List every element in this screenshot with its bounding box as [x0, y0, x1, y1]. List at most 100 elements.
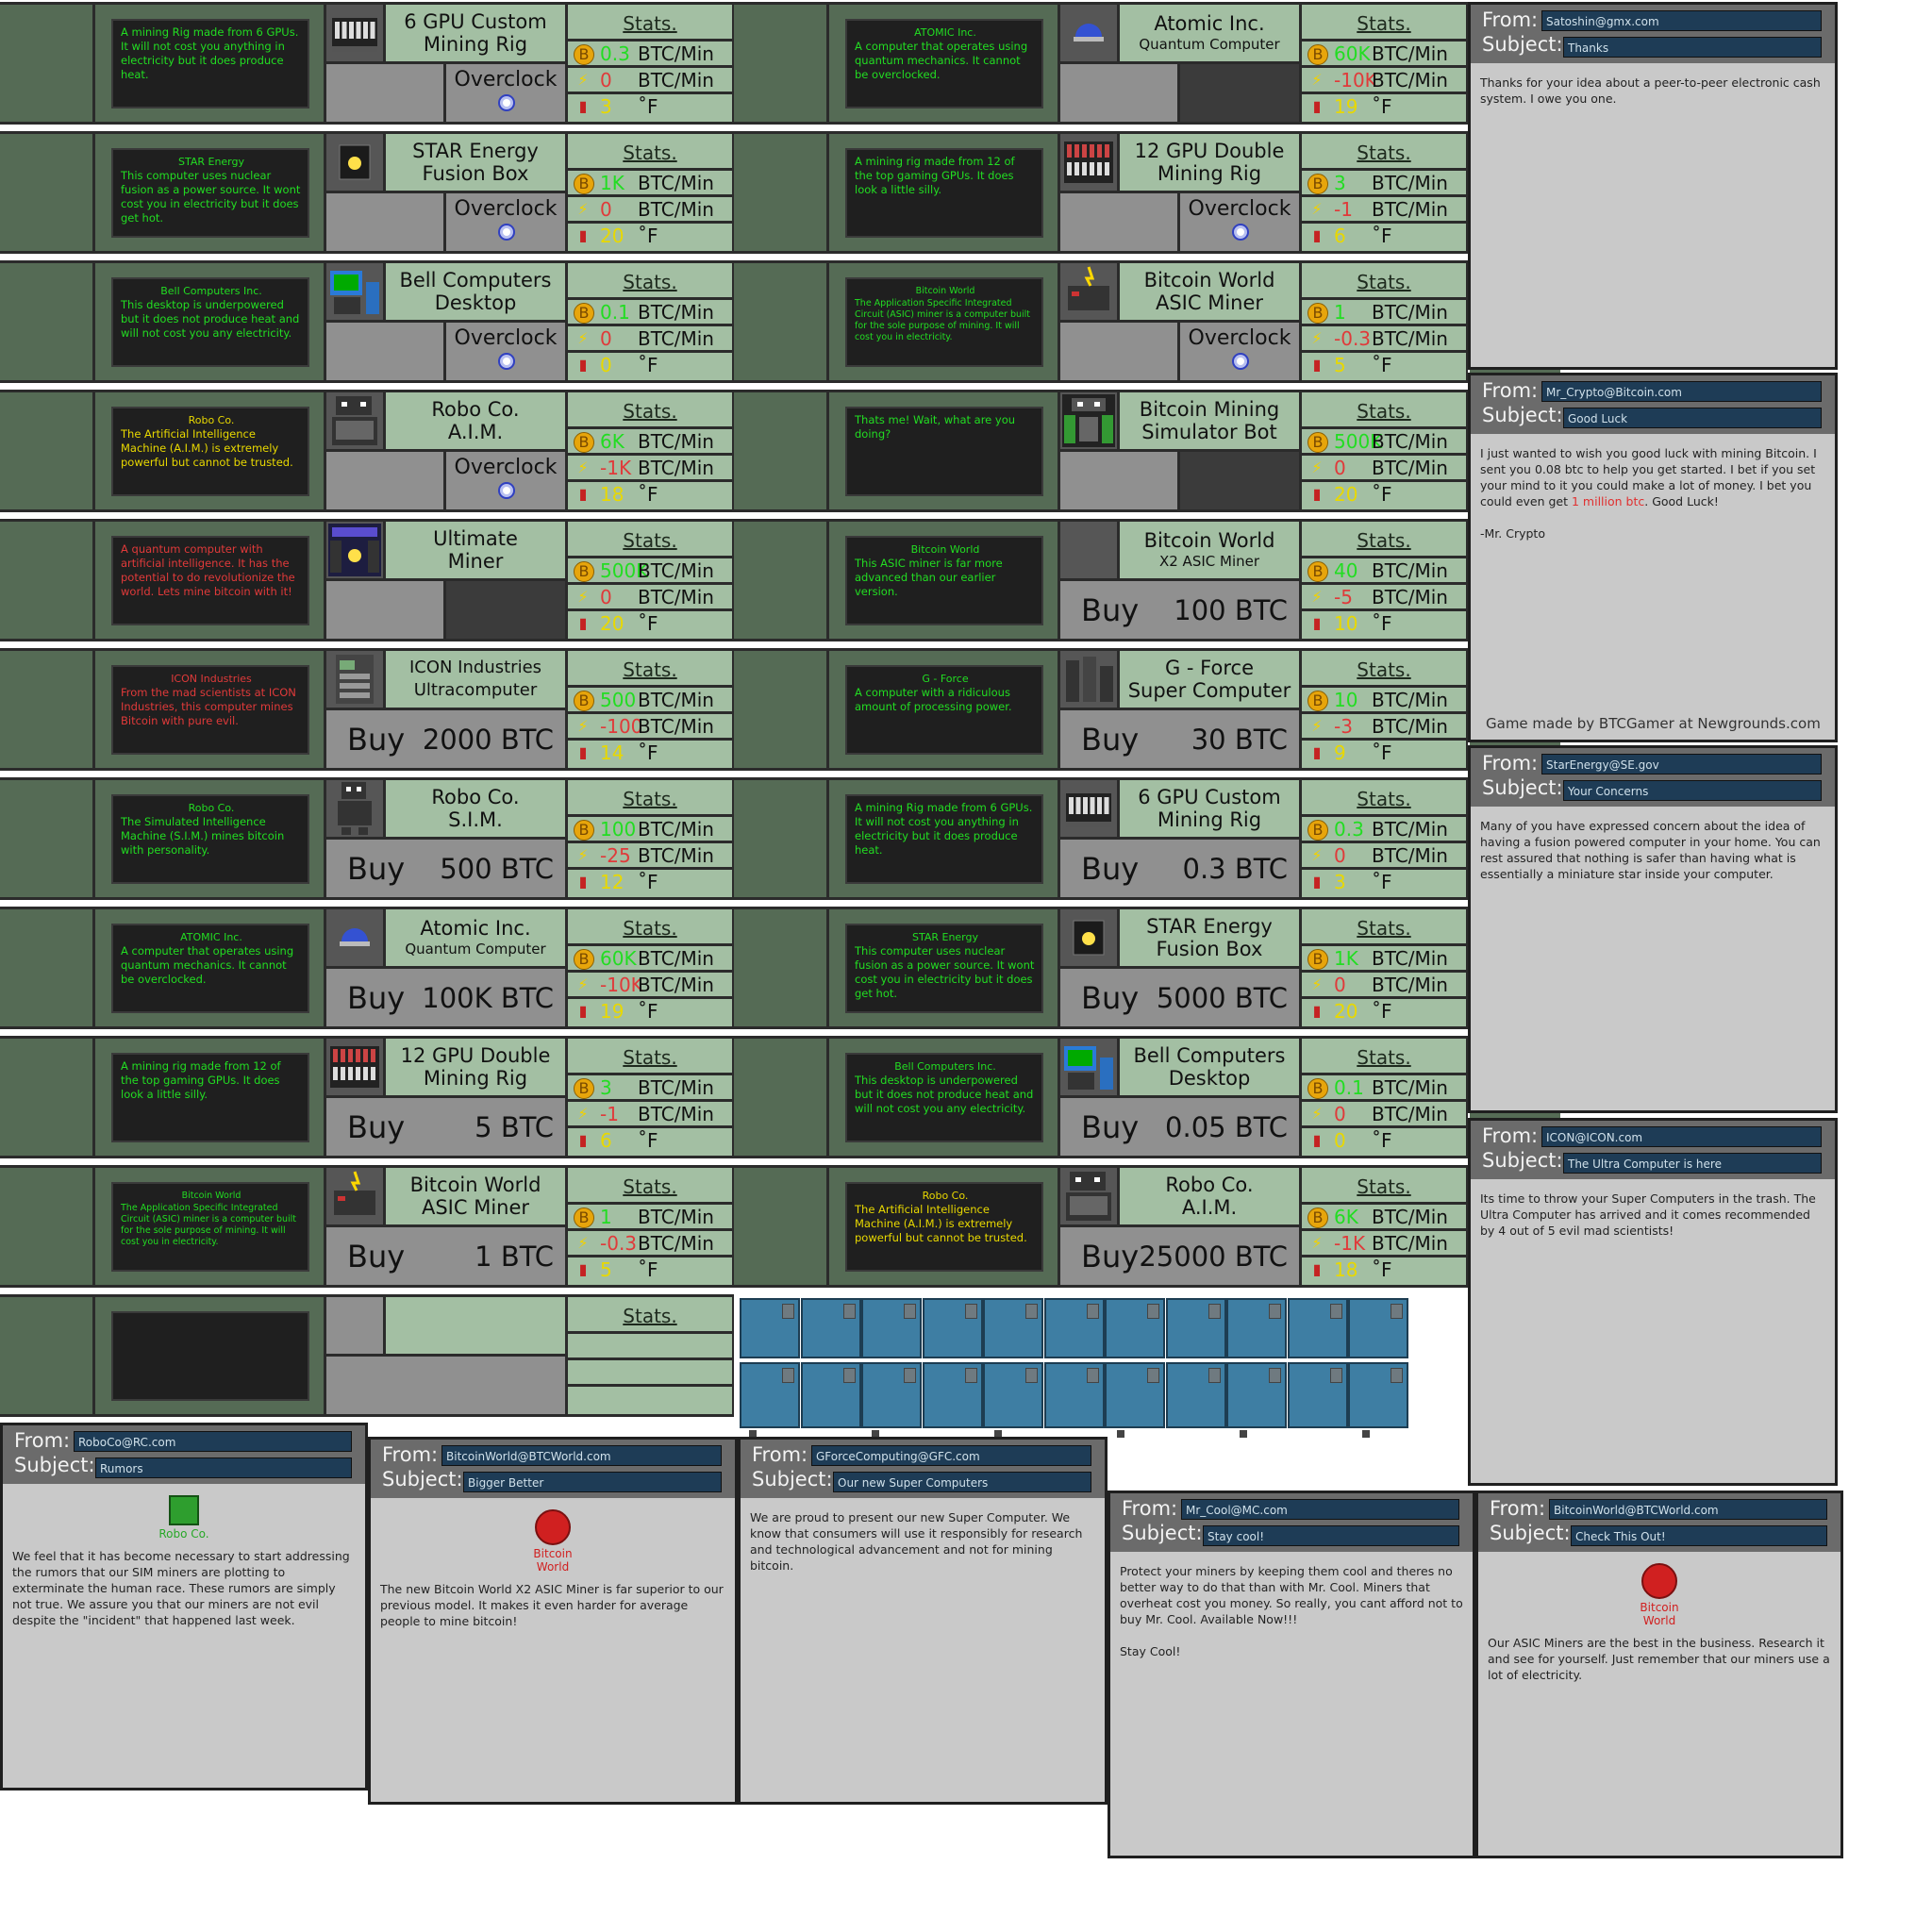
stat-unit: ˚F	[1372, 871, 1392, 893]
machine-name: 6 GPU Custom Mining Rig	[1120, 780, 1299, 837]
description-text: This desktop is underpowered but it does…	[855, 1074, 1034, 1115]
subject-field: Rumors	[95, 1457, 352, 1478]
card-left-panel	[0, 5, 92, 122]
buy-button[interactable]: Buy 0.05 BTC	[1060, 1098, 1299, 1156]
stat-row-heat: ▮ 20 ˚F	[568, 611, 732, 639]
stat-value-btc: 3	[1334, 172, 1346, 194]
stat-value-pwr: -25	[600, 844, 631, 867]
stat-value-btc: 0.3	[600, 42, 630, 65]
machine-name-line1: 6 GPU Custom	[1138, 786, 1281, 808]
stats-header: Stats.	[568, 1168, 732, 1202]
stats-header: Stats.	[568, 263, 732, 297]
machine-name-line2: Mining Rig	[1157, 162, 1262, 185]
overclock-button[interactable]	[1232, 224, 1249, 241]
from-field: Mr_Crypto@Bitcoin.com	[1541, 381, 1822, 402]
subject-field: Bigger Better	[463, 1472, 722, 1492]
stat-unit: BTC/Min	[1372, 198, 1448, 221]
buy-button[interactable]: Buy 30 BTC	[1060, 710, 1299, 768]
buy-button[interactable]: Buy 5000 BTC	[1060, 969, 1299, 1026]
buy-button[interactable]: Buy 500 BTC	[326, 840, 565, 897]
stat-value-btc: 40	[1334, 559, 1358, 582]
stat-row-btc: B 500 BTC/Min	[568, 688, 732, 711]
stat-row-pwr: ⚡ -1K BTC/Min	[1302, 1231, 1466, 1255]
email-text: . Good Luck!	[1644, 494, 1719, 508]
buy-label: Buy	[347, 722, 406, 758]
subject-field: The Ultra Computer is here	[1563, 1153, 1822, 1174]
rack-vent-icon	[1147, 1304, 1159, 1319]
machine-icon	[326, 780, 383, 837]
stat-unit: ˚F	[1372, 1258, 1392, 1281]
lightning-icon: ⚡	[577, 200, 589, 218]
description-screen: A mining Rig made from 6 GPUs. It will n…	[111, 19, 309, 108]
machine-name-line1: STAR Energy	[1146, 915, 1273, 938]
description-text: The Artificial Intelligence Machine (A.I…	[121, 427, 293, 469]
rack-unit	[1287, 1362, 1348, 1428]
stat-row-heat: ▮ 6 ˚F	[568, 1128, 732, 1156]
stat-value-pwr: 0	[1334, 844, 1346, 867]
rack-unit	[922, 1362, 983, 1428]
email-body: Protect your miners by keeping them cool…	[1110, 1554, 1473, 1856]
machine-card-6gpu: A mining Rig made from 6 GPUs. It will n…	[0, 2, 826, 125]
rack-unit	[1043, 1362, 1105, 1428]
stat-row-pwr: ⚡ -25 BTC/Min	[568, 843, 732, 867]
brand-label: Robo Co.	[188, 802, 235, 814]
overclock-button[interactable]	[498, 94, 515, 111]
stats-header: Stats.	[1302, 1168, 1466, 1202]
subject-label: Subject:	[1490, 1522, 1571, 1544]
overclock-button[interactable]	[498, 353, 515, 370]
description-screen: Bell Computers Inc. This desktop is under…	[845, 1053, 1043, 1142]
brand-label: Robo Co.	[922, 1190, 969, 1202]
from-label: From:	[1482, 379, 1539, 402]
subject-label: Subject:	[1482, 776, 1563, 799]
subject-field: Our new Super Computers	[833, 1472, 1091, 1492]
stat-value-heat: 0	[600, 354, 612, 376]
stats-header: Stats.	[1302, 134, 1466, 168]
machine-name-line1: Ultimate	[433, 527, 518, 550]
stat-value-heat: 20	[600, 612, 625, 635]
stat-value-btc: 60K	[600, 947, 637, 970]
buy-button[interactable]: Buy 100K BTC	[326, 969, 565, 1026]
stat-unit: ˚F	[638, 1000, 658, 1023]
rack-vent-icon	[842, 1304, 856, 1319]
bitcoin-coin-icon: B	[574, 174, 594, 194]
buy-button[interactable]: Buy 25000 BTC	[1060, 1227, 1299, 1285]
overclock-button[interactable]	[1232, 353, 1249, 370]
stat-row-btc: B 3 BTC/Min	[568, 1075, 732, 1099]
machine-card-12gpu2: A mining rig made from 12 of the top gam…	[734, 131, 1560, 254]
card-left-panel	[734, 5, 826, 122]
stat-row-btc: B 6K BTC/Min	[568, 429, 732, 453]
machine-card-gforce: G - Force A computer with a ridiculous am…	[734, 648, 1560, 771]
machine-name-line2: Super Computer	[1127, 679, 1291, 702]
rack-unit	[922, 1298, 983, 1358]
from-label: From:	[1482, 8, 1539, 31]
buy-button[interactable]: Buy 100 BTC	[1060, 581, 1299, 639]
thermometer-icon: ▮	[578, 1131, 588, 1149]
buy-button[interactable]: Buy 1 BTC	[326, 1227, 565, 1285]
bitcoin-coin-icon: B	[1307, 174, 1328, 194]
stat-row-btc: B 60K BTC/Min	[1302, 42, 1466, 65]
buy-button[interactable]: Buy 5 BTC	[326, 1098, 565, 1156]
stat-value-pwr: 0	[600, 327, 612, 350]
subject-field: Check This Out!	[1571, 1525, 1827, 1546]
buy-price: 0.05 BTC	[1165, 1111, 1288, 1143]
overclock-button[interactable]	[498, 224, 515, 241]
lightning-icon: ⚡	[577, 71, 589, 89]
thermometer-icon: ▮	[1312, 485, 1322, 503]
stat-row-pwr: ⚡ -10K BTC/Min	[1302, 68, 1466, 92]
thermometer-icon: ▮	[578, 1002, 588, 1020]
stat-value-heat: 20	[1334, 483, 1358, 506]
buy-button[interactable]: Buy 0.3 BTC	[1060, 840, 1299, 897]
stat-row-heat: ▮ 9 ˚F	[1302, 741, 1466, 768]
rack-vent-icon	[1086, 1304, 1099, 1319]
cube-icon	[169, 1495, 199, 1525]
stat-unit: BTC/Min	[1372, 1232, 1448, 1255]
stat-row-heat: ▮ 19 ˚F	[1302, 94, 1466, 122]
stat-unit: BTC/Min	[1372, 172, 1448, 194]
rack-unit	[1105, 1298, 1165, 1358]
stat-row-heat: ▮ 10 ˚F	[1302, 611, 1466, 639]
machine-name-line2: A.I.M.	[447, 421, 504, 443]
buy-button[interactable]: Buy 2000 BTC	[326, 710, 565, 768]
overclock-button[interactable]	[498, 482, 515, 499]
from-label: From:	[1122, 1497, 1178, 1520]
stat-value-btc: 0.3	[1334, 818, 1364, 841]
